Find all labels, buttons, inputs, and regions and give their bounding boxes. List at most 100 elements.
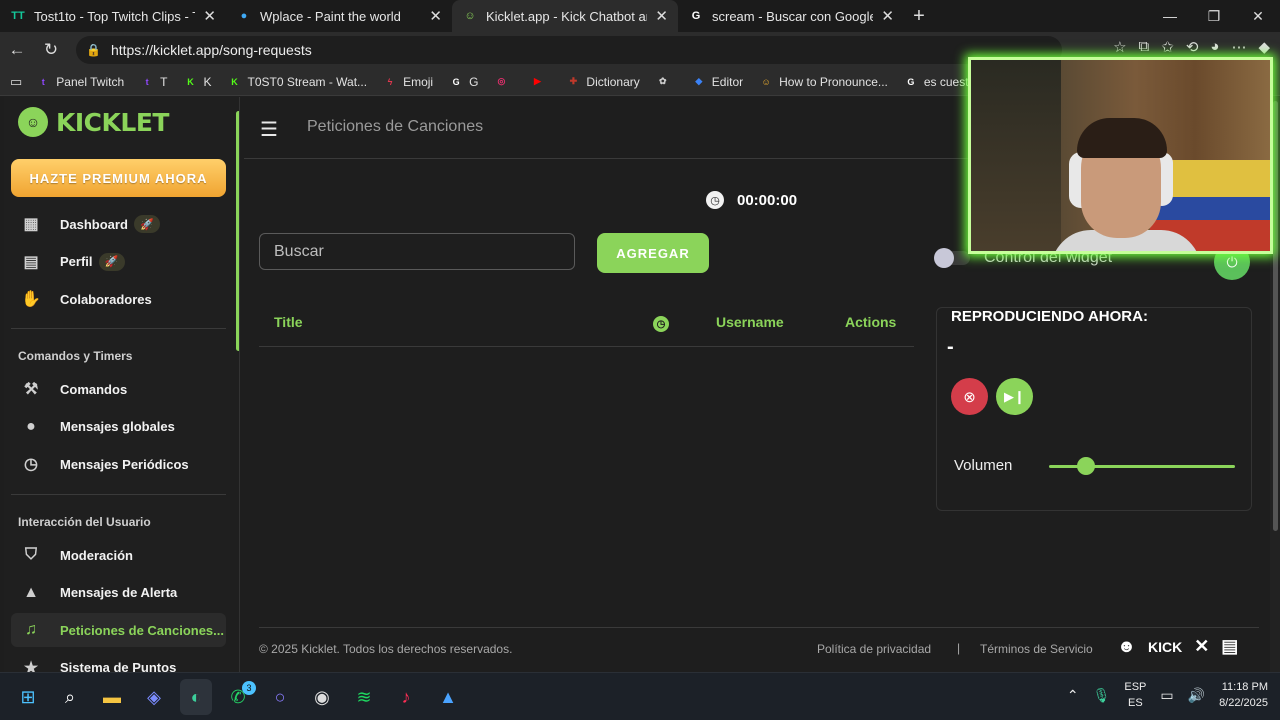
windows-start-icon[interactable]: ⊞ <box>12 679 44 715</box>
globe-icon: ● <box>240 10 248 22</box>
bookmark-item[interactable]: ☺ How to Pronounce... <box>755 75 892 89</box>
browser-tab[interactable]: Gscream - Buscar con Google ✕ <box>678 0 904 32</box>
duration-column-clock-icon[interactable]: ◷ <box>653 316 669 332</box>
chevron-up-icon[interactable]: ⌃ <box>1067 687 1079 704</box>
bookmark-item[interactable]: ✚ Dictionary <box>562 75 643 89</box>
browser-tab[interactable]: ☺ Kicklet.app - Kick Chatbot and Overlays… <box>452 0 678 32</box>
twitch-tracker-icon: TT <box>11 10 25 22</box>
obs-icon[interactable]: ◉ <box>306 679 338 715</box>
bookmark-item[interactable]: GG <box>445 75 482 89</box>
social-links: ☻ KICK ✕ ▤ <box>1117 636 1238 657</box>
column-title[interactable]: Title <box>274 314 303 330</box>
bookmark-item[interactable]: ▶ <box>526 75 554 89</box>
sidebar-item[interactable]: ◷ Mensajes Periódicos <box>11 447 226 481</box>
clock-time: 11:18 PM <box>1221 681 1268 693</box>
network-icon[interactable]: ▭ <box>1160 687 1173 704</box>
tab-title: Kicklet.app - Kick Chatbot and Overlays <box>486 8 647 24</box>
copilot-icon[interactable]: ◆ <box>1258 38 1270 56</box>
favorites-icon[interactable]: ✩ <box>1161 38 1174 56</box>
sidebar-item[interactable]: ♫ Peticiones de Canciones... <box>11 613 226 647</box>
close-tab-icon[interactable]: ✕ <box>655 7 668 25</box>
discord-icon[interactable]: ☻ <box>1117 636 1136 657</box>
lock-icon: 🔒 <box>86 43 101 57</box>
sidebar-item[interactable]: ● Mensajes globales <box>11 410 226 444</box>
sidebar-item[interactable]: ▤ Perfil 🚀 <box>11 245 226 279</box>
column-actions[interactable]: Actions <box>845 314 896 330</box>
menu-toggle-icon[interactable]: ☰ <box>260 117 278 142</box>
profile-avatar[interactable]: ◕ <box>1210 38 1219 56</box>
terms-link[interactable]: Términos de Servicio <box>980 642 1093 656</box>
bookmark-item[interactable]: K T0ST0 Stream - Wat... <box>223 75 371 89</box>
bookmark-icon: K <box>231 76 238 87</box>
bookmark-item[interactable]: ◎ <box>490 75 518 89</box>
cortana-icon[interactable]: ○ <box>264 679 296 715</box>
new-tab-button[interactable]: + <box>904 5 934 28</box>
sidebar-scrollbar[interactable] <box>236 111 239 351</box>
queue-timer: ◷ 00:00:00 <box>706 191 797 209</box>
sidebar-item[interactable]: ★ Sistema de Puntos <box>11 651 226 673</box>
close-tab-icon[interactable]: ✕ <box>429 7 442 25</box>
handshake-icon: ✋ <box>21 291 41 308</box>
spotify-icon[interactable]: ≋ <box>348 679 380 715</box>
browser-tab[interactable]: ● Wplace - Paint the world ✕ <box>226 0 452 32</box>
close-window-button[interactable]: ✕ <box>1236 0 1280 32</box>
file-explorer-icon[interactable]: ▬ <box>96 679 128 715</box>
search-input[interactable] <box>259 233 575 270</box>
url-field[interactable]: 🔒 https://kicklet.app/song-requests <box>76 36 1062 64</box>
system-clock[interactable]: 11:18 PM 8/22/2025 <box>1219 679 1268 711</box>
section-commands-timers: Comandos y Timers <box>18 349 133 363</box>
back-arrow-icon[interactable]: ← <box>0 40 34 60</box>
sidebar-item[interactable]: ⚒ Comandos <box>11 372 226 406</box>
volume-slider-thumb[interactable] <box>1077 457 1096 475</box>
sidebar-item[interactable]: ✋ Colaboradores <box>11 282 226 316</box>
privacy-link[interactable]: Política de privacidad <box>817 642 931 656</box>
volume-icon[interactable]: 🔊 <box>1188 687 1205 704</box>
bookmark-item[interactable]: ϟ Emoji <box>379 75 437 89</box>
clock-icon: ◷ <box>706 191 724 209</box>
more-menu-icon[interactable]: ⋯ <box>1231 38 1246 56</box>
extensions-icon[interactable]: ⧉ <box>1139 38 1150 56</box>
sidebar-item[interactable]: ▦ Dashboard 🚀 <box>11 207 226 241</box>
browser-tab-bar: TT Tost1to - Top Twitch Clips - Twitch ✕ ● W… <box>0 0 1280 32</box>
bookmark-item[interactable]: t Panel Twitch <box>32 75 128 89</box>
favorite-star-icon[interactable]: ☆ <box>1113 38 1126 56</box>
collections-icon[interactable]: ▭ <box>10 74 22 90</box>
bookmark-item[interactable]: KK <box>179 75 215 89</box>
document-icon[interactable]: ▤ <box>1221 636 1238 657</box>
rocket-icon: 🚀 <box>98 252 125 271</box>
tiktok-icon[interactable]: ♪ <box>390 679 422 715</box>
close-tab-icon[interactable]: ✕ <box>881 7 894 25</box>
browser-tab[interactable]: TT Tost1to - Top Twitch Clips - Twitch ✕ <box>0 0 226 32</box>
close-tab-icon[interactable]: ✕ <box>203 7 216 25</box>
premium-button[interactable]: HAZTE PREMIUM AHORA <box>11 159 226 197</box>
maximize-button[interactable]: ❐ <box>1192 0 1236 32</box>
edge-icon[interactable]: ◐ <box>180 679 212 715</box>
history-icon[interactable]: ⟲ <box>1186 38 1199 56</box>
language-indicator[interactable]: ESP ES <box>1124 679 1146 711</box>
dev-app-icon[interactable]: ◈ <box>138 679 170 715</box>
sidebar-item[interactable]: ⛉ Moderación <box>11 538 226 572</box>
column-username[interactable]: Username <box>716 314 784 330</box>
skip-button[interactable]: ▶❙ <box>996 378 1033 415</box>
bookmark-item[interactable]: ◆ Editor <box>688 75 747 89</box>
bookmark-label: T0ST0 Stream - Wat... <box>247 74 368 89</box>
kick-link[interactable]: KICK <box>1148 639 1182 655</box>
kicklet-logo[interactable]: ☺ KICKLET <box>18 107 169 137</box>
microphone-icon[interactable]: 🎙 <box>1093 687 1111 704</box>
whatsapp-icon[interactable]: ✆ 3 <box>222 679 256 715</box>
copyright-text: © 2025 Kicklet. Todos los derechos reser… <box>259 642 513 656</box>
widget-toggle-switch[interactable] <box>934 248 970 268</box>
sidebar-item[interactable]: ▲ Mensajes de Alerta <box>11 576 226 610</box>
stop-button[interactable]: ⊗ <box>951 378 988 415</box>
hammer-icon: ⚒ <box>23 381 39 398</box>
bookmark-item[interactable]: ✿ <box>652 75 680 89</box>
bookmark-item[interactable]: tT <box>136 75 171 89</box>
tab-title: Tost1to - Top Twitch Clips - Twitch <box>34 8 195 24</box>
refresh-icon[interactable]: ↻ <box>34 40 68 60</box>
add-button[interactable]: AGREGAR <box>597 233 709 273</box>
minimize-button[interactable]: — <box>1148 0 1192 32</box>
search-icon[interactable]: ⌕ <box>54 679 86 715</box>
bookmark-label: Emoji <box>403 74 434 89</box>
photos-icon[interactable]: ▲ <box>432 679 464 715</box>
x-icon[interactable]: ✕ <box>1194 636 1209 657</box>
